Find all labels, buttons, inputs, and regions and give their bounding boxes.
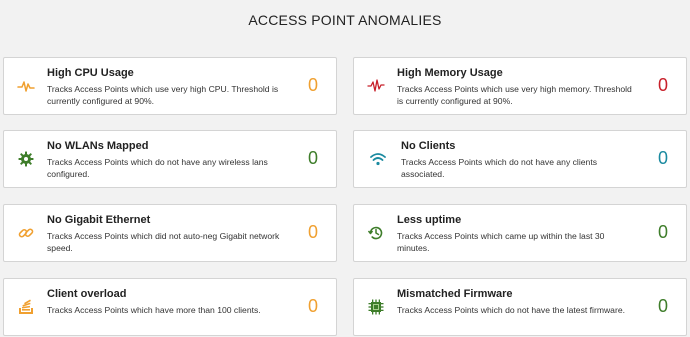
card-title: No Clients xyxy=(401,140,456,152)
anomaly-count[interactable]: 0 xyxy=(308,74,318,96)
link-icon xyxy=(17,224,35,242)
anomaly-count[interactable]: 0 xyxy=(658,147,668,169)
heartbeat-icon xyxy=(367,77,385,95)
anomaly-count[interactable]: 0 xyxy=(658,221,668,243)
card-description: Tracks Access Points which did not auto-… xyxy=(47,231,280,253)
pulse-icon xyxy=(17,77,35,95)
card-description: Tracks Access Points which came up withi… xyxy=(397,231,605,253)
anomaly-card-high-cpu[interactable]: High CPU Usage Tracks Access Points whic… xyxy=(3,57,337,115)
anomaly-count[interactable]: 0 xyxy=(658,295,668,317)
card-title: High CPU Usage xyxy=(47,67,134,79)
card-title: High Memory Usage xyxy=(397,67,503,79)
page-title: ACCESS POINT ANOMALIES xyxy=(248,12,442,28)
anomaly-count[interactable]: 0 xyxy=(658,74,668,96)
card-description: Tracks Access Points which use very high… xyxy=(397,84,632,106)
anomaly-count[interactable]: 0 xyxy=(308,221,318,243)
history-icon xyxy=(367,224,385,242)
card-description: Tracks Access Points which do not have a… xyxy=(401,157,597,179)
card-title: Less uptime xyxy=(397,214,462,226)
wifi-icon xyxy=(369,150,387,168)
card-title: Client overload xyxy=(47,288,127,300)
anomaly-card-high-memory[interactable]: High Memory Usage Tracks Access Points w… xyxy=(353,57,687,115)
anomaly-card-mismatched-firmware[interactable]: Mismatched Firmware Tracks Access Points… xyxy=(353,278,687,336)
chip-icon xyxy=(367,298,385,316)
gear-icon xyxy=(17,150,35,168)
anomaly-card-no-clients[interactable]: No Clients Tracks Access Points which do… xyxy=(353,130,687,188)
anomaly-count[interactable]: 0 xyxy=(308,295,318,317)
anomaly-card-no-wlans[interactable]: No WLANs Mapped Tracks Access Points whi… xyxy=(3,130,337,188)
anomaly-card-no-gigabit[interactable]: No Gigabit Ethernet Tracks Access Points… xyxy=(3,204,337,262)
stack-icon xyxy=(17,298,35,316)
card-title: No WLANs Mapped xyxy=(47,140,149,152)
anomaly-count[interactable]: 0 xyxy=(308,147,318,169)
card-description: Tracks Access Points which have more tha… xyxy=(47,305,261,315)
anomaly-card-less-uptime[interactable]: Less uptime Tracks Access Points which c… xyxy=(353,204,687,262)
card-description: Tracks Access Points which do not have a… xyxy=(47,157,268,179)
anomaly-card-client-overload[interactable]: Client overload Tracks Access Points whi… xyxy=(3,278,337,336)
card-title: Mismatched Firmware xyxy=(397,288,513,300)
card-description: Tracks Access Points which do not have t… xyxy=(397,305,625,315)
card-description: Tracks Access Points which use very high… xyxy=(47,84,279,106)
card-title: No Gigabit Ethernet xyxy=(47,214,151,226)
